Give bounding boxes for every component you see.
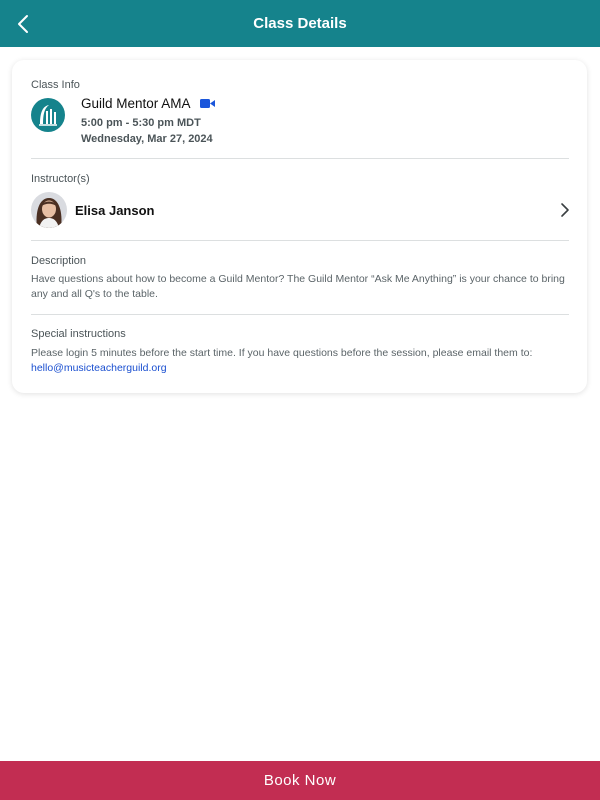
chevron-left-icon: [18, 15, 28, 33]
avatar: [31, 192, 67, 228]
divider: [31, 158, 569, 159]
header-bar: Class Details: [0, 0, 600, 47]
description-label: Description: [31, 255, 87, 267]
back-button[interactable]: [8, 9, 38, 39]
special-instructions-label: Special instructions: [31, 328, 126, 340]
instructor-item[interactable]: Elisa Janson: [31, 190, 571, 230]
chevron-right-icon: [561, 203, 569, 217]
description-text: Have questions about how to become a Gui…: [31, 273, 565, 300]
class-details-card: Class Info Guild Mentor AMA 5:00 pm - 5:…: [12, 60, 587, 393]
special-instructions-body: Please login 5 minutes before the start …: [31, 347, 533, 359]
divider: [31, 240, 569, 241]
instructor-name: Elisa Janson: [75, 202, 155, 218]
special-instructions-text: Please login 5 minutes before the start …: [31, 346, 576, 376]
class-time: 5:00 pm - 5:30 pm MDT: [81, 117, 201, 129]
class-title-row: Guild Mentor AMA: [81, 96, 215, 111]
page-title: Class Details: [253, 15, 347, 32]
video-camera-icon: [199, 99, 215, 108]
class-title: Guild Mentor AMA: [81, 96, 191, 111]
instructors-label: Instructor(s): [31, 173, 90, 185]
divider: [31, 314, 569, 315]
email-link[interactable]: hello@musicteacherguild.org: [31, 362, 167, 374]
guild-logo-icon: [31, 98, 65, 132]
class-info-label: Class Info: [31, 79, 80, 91]
class-date: Wednesday, Mar 27, 2024: [81, 133, 213, 145]
book-now-button[interactable]: Book Now: [0, 761, 600, 800]
